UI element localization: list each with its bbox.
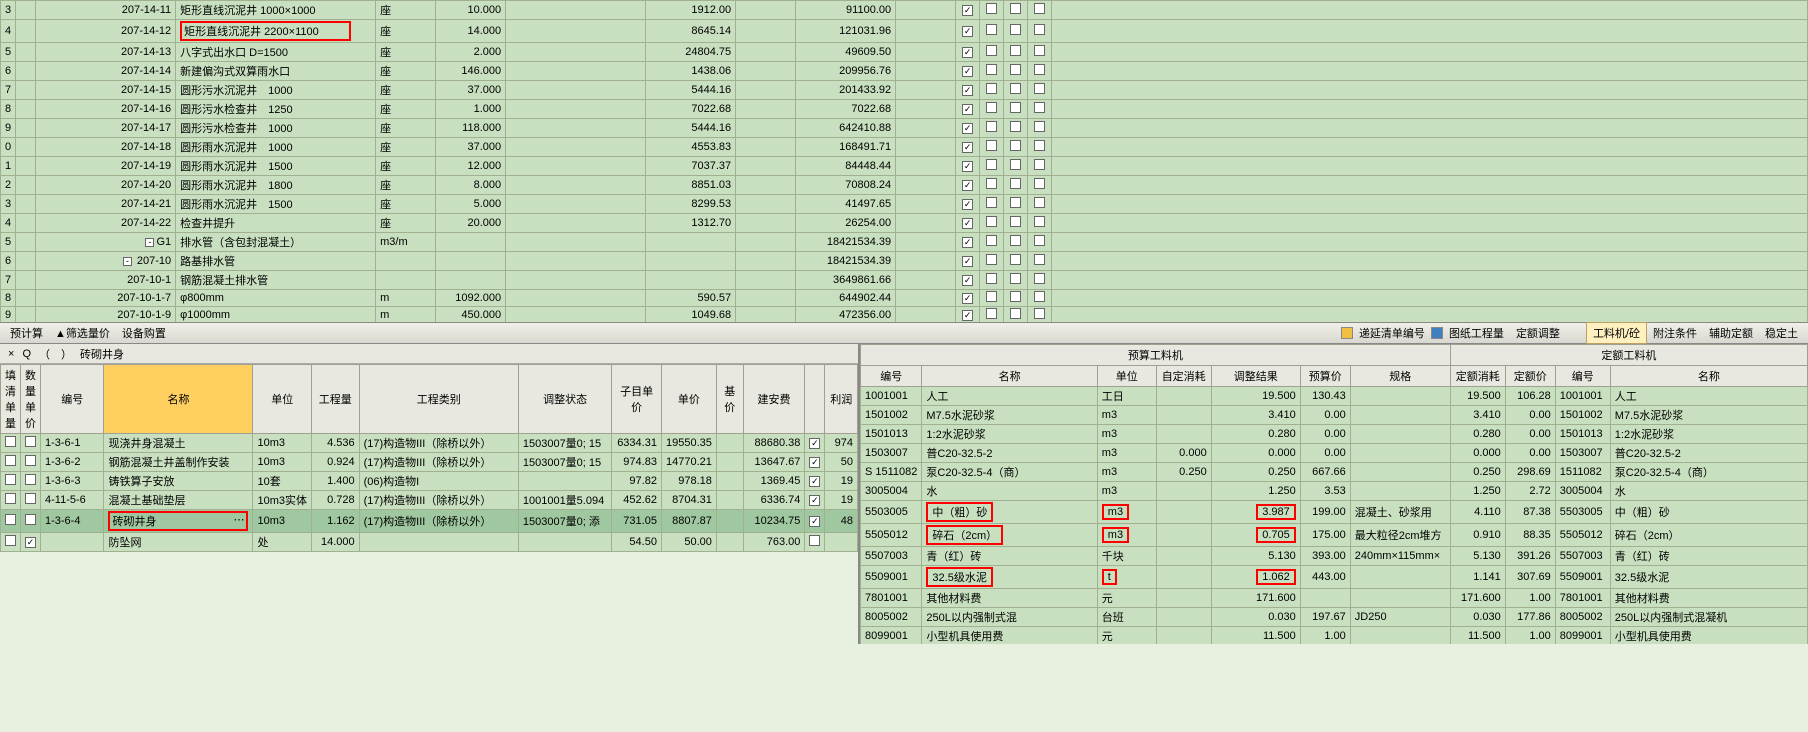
table-row[interactable]: 1-3-6-4 砖砌井身⋯ 10m3 1.162 (17)构造物III（除桥以外… [1, 510, 858, 533]
table-row[interactable]: 7801001 其他材料费 元 171.600 171.600 1.00 780… [861, 589, 1808, 608]
table-row[interactable]: 8 207-14-16 圆形污水检查井 1250 座 1.000 7022.68… [1, 100, 1808, 119]
table-row[interactable]: 9 207-10-1-9 φ1000mm m 450.000 1049.68 4… [1, 307, 1808, 323]
bottom-left-panel: × Q （ ） 砖砌井身 填清单量数量单价编号名称单位工程量工程类别调整状态子目… [0, 344, 860, 644]
tb-filter[interactable]: ▲筛选量价 [49, 323, 116, 343]
table-row[interactable]: 1-3-6-3 铸铁算子安放 10套 1.400 (06)构造物I 97.82 … [1, 472, 858, 491]
table-row[interactable]: 5 207-14-13 八字式出水口 D=1500 座 2.000 24804.… [1, 43, 1808, 62]
table-row[interactable]: 4 207-14-22 检查井提升 座 20.000 1312.70 26254… [1, 214, 1808, 233]
filter-paren: （ ） [35, 346, 76, 362]
col-header[interactable]: 编号 [41, 365, 104, 434]
group-budget: 预算工料机 [861, 345, 1451, 366]
table-row[interactable]: 1-3-6-1 现浇井身混凝土 10m3 4.536 (17)构造物III（除桥… [1, 434, 858, 453]
col-header[interactable]: 名称 [104, 365, 253, 434]
doc-icon [1341, 327, 1353, 339]
table-row[interactable]: 9 207-14-17 圆形污水检查井 1000 座 118.000 5444.… [1, 119, 1808, 138]
col-header[interactable]: 定额价 [1505, 366, 1555, 387]
col-header[interactable]: 编号 [861, 366, 922, 387]
table-row[interactable]: 5503005 中（粗）砂 m3 3.987 199.00 混凝土、砂浆用 4.… [861, 501, 1808, 524]
filter-x[interactable]: × [4, 348, 18, 360]
col-header[interactable]: 建安费 [743, 365, 805, 434]
table-row[interactable]: 0 207-14-18 圆形雨水沉泥井 1000 座 37.000 4553.8… [1, 138, 1808, 157]
table-row[interactable]: 5505012 碎石（2cm） m3 0.705 175.00 最大粒径2cm堆… [861, 524, 1808, 547]
table-row[interactable]: 1 207-14-19 圆形雨水沉泥井 1500 座 12.000 7037.3… [1, 157, 1808, 176]
grid-icon [1431, 327, 1443, 339]
tb-equip[interactable]: 设备购置 [116, 323, 172, 343]
bottom-split: × Q （ ） 砖砌井身 填清单量数量单价编号名称单位工程量工程类别调整状态子目… [0, 344, 1808, 644]
table-row[interactable]: 4-11-5-6 混凝土基础垫层 10m3实体 0.728 (17)构造物III… [1, 491, 858, 510]
table-row[interactable]: 3005004 水 m3 1.250 3.53 1.250 2.72 30050… [861, 482, 1808, 501]
table-row[interactable]: 8099001 小型机具使用费 元 11.500 1.00 11.500 1.0… [861, 627, 1808, 645]
col-header[interactable]: 预算价 [1300, 366, 1350, 387]
col-header[interactable]: 单价 [661, 365, 716, 434]
col-header[interactable]: 定额消耗 [1450, 366, 1505, 387]
table-row[interactable]: 8005002 250L以内强制式混 台班 0.030 197.67 JD250… [861, 608, 1808, 627]
table-row[interactable]: 1-3-6-2 钢筋混凝土井盖制作安装 10m3 0.924 (17)构造物II… [1, 453, 858, 472]
col-header[interactable]: 利润 [825, 365, 858, 434]
sub-right-table[interactable]: 预算工料机 定额工料机 编号名称单位自定消耗调整结果预算价规格定额消耗定额价编号… [860, 344, 1808, 644]
col-header[interactable]: 自定消耗 [1156, 366, 1211, 387]
col-header[interactable]: 工程量 [311, 365, 359, 434]
table-row[interactable]: 4 207-14-12 矩形直线沉泥井 2200×1100 座 14.000 8… [1, 20, 1808, 43]
tb-deferred[interactable]: 递延清单编号 [1353, 323, 1431, 343]
table-row[interactable]: 6 - 207-10 路基排水管 18421534.39 [1, 252, 1808, 271]
col-header[interactable]: 工程类别 [359, 365, 518, 434]
tb-drawing[interactable]: 图纸工程量 [1443, 323, 1510, 343]
col-header[interactable] [805, 365, 825, 434]
table-row[interactable]: 5 -G1 排水管（含包封混凝土） m3/m 18421534.39 [1, 233, 1808, 252]
filter-bar: × Q （ ） 砖砌井身 [0, 344, 858, 364]
col-header[interactable]: 子目单价 [612, 365, 662, 434]
table-row[interactable]: 7 207-10-1 钢筋混凝土排水管 3649861.66 [1, 271, 1808, 290]
main-table-area: 3 207-14-11 矩形直线沉泥井 1000×1000 座 10.000 1… [0, 0, 1808, 322]
col-header[interactable]: 调整结果 [1211, 366, 1300, 387]
col-header[interactable]: 基价 [716, 365, 743, 434]
table-row[interactable]: 1501013 1:2水泥砂浆 m3 0.280 0.00 0.280 0.00… [861, 425, 1808, 444]
table-row[interactable]: 5507003 青（红）砖 千块 5.130 393.00 240mm×115m… [861, 547, 1808, 566]
filter-text: 砖砌井身 [76, 346, 128, 362]
table-row[interactable]: S 1511082 泵C20-32.5-4（商） m3 0.250 0.250 … [861, 463, 1808, 482]
col-header[interactable]: 规格 [1350, 366, 1450, 387]
tb-aux[interactable]: 辅助定额 [1703, 323, 1759, 343]
mid-toolbar: 预计算 ▲筛选量价 设备购置 递延清单编号 图纸工程量 定额调整 工料机/砼 附… [0, 322, 1808, 344]
table-row[interactable]: 1001001 人工 工日 19.500 130.43 19.500 106.2… [861, 387, 1808, 406]
table-row[interactable]: 5509001 32.5级水泥 t 1.062 443.00 1.141 307… [861, 566, 1808, 589]
filter-q[interactable]: Q [18, 348, 35, 360]
col-header[interactable]: 调整状态 [518, 365, 612, 434]
table-row[interactable]: 3 207-14-21 圆形雨水沉泥井 1500 座 5.000 8299.53… [1, 195, 1808, 214]
table-row[interactable]: 7 207-14-15 圆形污水沉泥井 1000 座 37.000 5444.1… [1, 81, 1808, 100]
table-row[interactable]: 1501002 M7.5水泥砂浆 m3 3.410 0.00 3.410 0.0… [861, 406, 1808, 425]
col-header[interactable]: 名称 [1610, 366, 1807, 387]
col-header[interactable]: 数量单价 [21, 365, 41, 434]
col-header[interactable]: 填清单量 [1, 365, 21, 434]
col-header[interactable]: 名称 [922, 366, 1097, 387]
tb-stable[interactable]: 稳定土 [1759, 323, 1804, 343]
col-header[interactable]: 单位 [1097, 366, 1156, 387]
bottom-right-panel: 预算工料机 定额工料机 编号名称单位自定消耗调整结果预算价规格定额消耗定额价编号… [860, 344, 1808, 644]
tb-precalc[interactable]: 预计算 [4, 323, 49, 343]
table-row[interactable]: 防坠网 处 14.000 54.50 50.00 763.00 [1, 533, 858, 552]
table-row[interactable]: 1503007 普C20-32.5-2 m3 0.000 0.000 0.00 … [861, 444, 1808, 463]
group-quota: 定额工料机 [1450, 345, 1807, 366]
sub-left-table[interactable]: 填清单量数量单价编号名称单位工程量工程类别调整状态子目单价单价基价建安费利润 1… [0, 364, 858, 552]
tb-notes[interactable]: 附注条件 [1647, 323, 1703, 343]
table-row[interactable]: 8 207-10-1-7 φ800mm m 1092.000 590.57 64… [1, 290, 1808, 307]
main-boq-table[interactable]: 3 207-14-11 矩形直线沉泥井 1000×1000 座 10.000 1… [0, 0, 1808, 322]
col-header[interactable]: 编号 [1555, 366, 1610, 387]
table-row[interactable]: 2 207-14-20 圆形雨水沉泥井 1800 座 8.000 8851.03… [1, 176, 1808, 195]
tb-quota-adj[interactable]: 定额调整 [1510, 323, 1566, 343]
tb-material[interactable]: 工料机/砼 [1586, 322, 1647, 344]
table-row[interactable]: 3 207-14-11 矩形直线沉泥井 1000×1000 座 10.000 1… [1, 1, 1808, 20]
col-header[interactable]: 单位 [253, 365, 312, 434]
table-row[interactable]: 6 207-14-14 新建偏沟式双算雨水口 座 146.000 1438.06… [1, 62, 1808, 81]
